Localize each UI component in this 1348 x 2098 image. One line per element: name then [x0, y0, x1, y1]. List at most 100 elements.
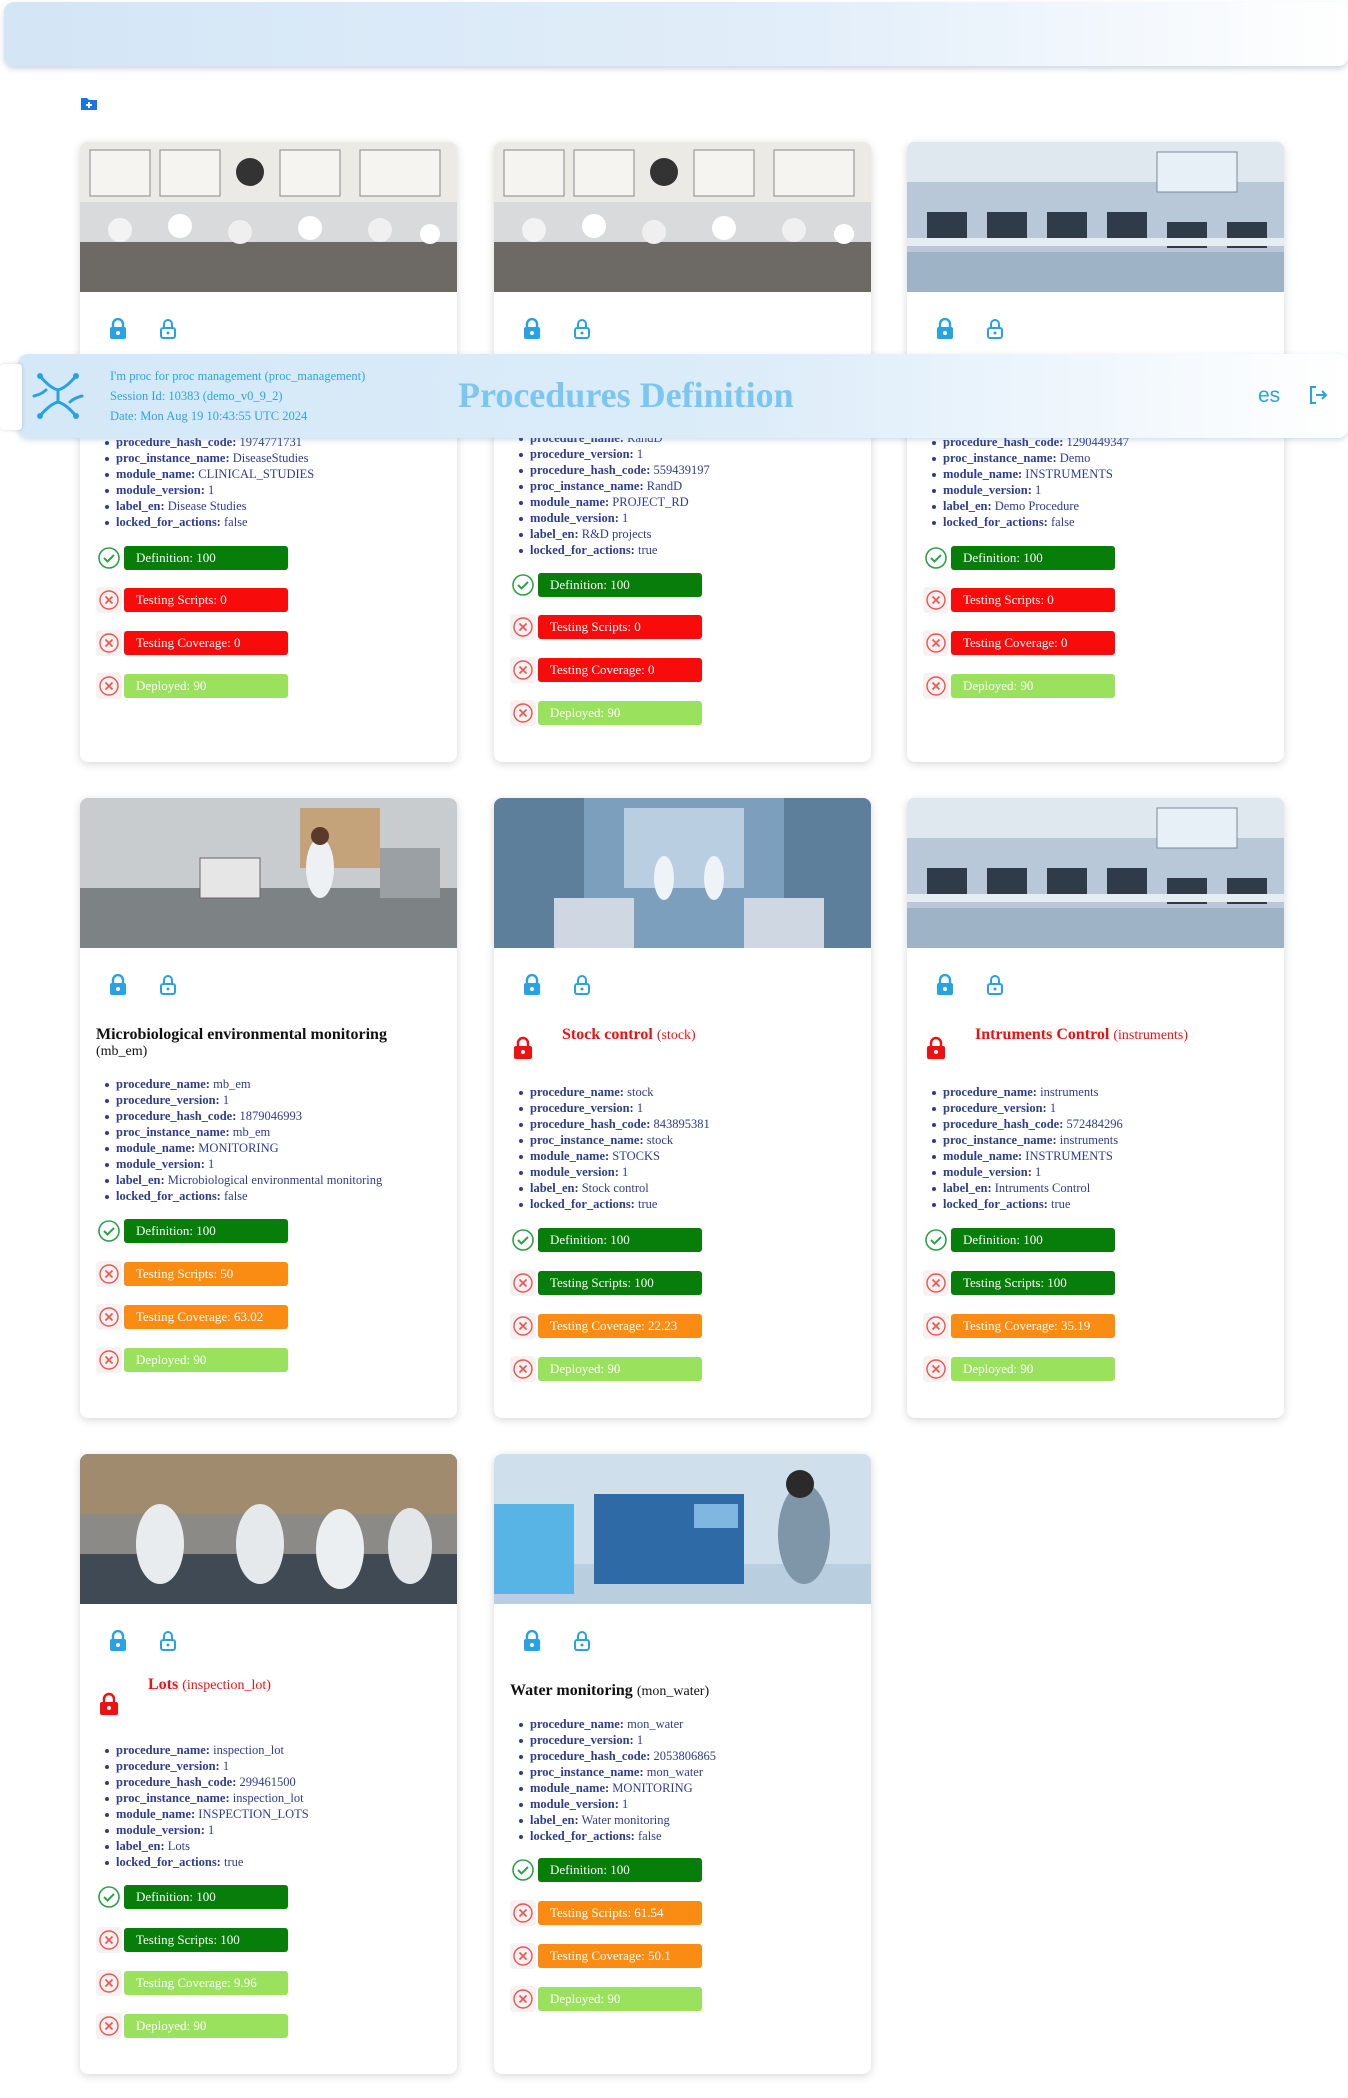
- card-image: [494, 142, 871, 292]
- status-definition: Definition: 100: [96, 545, 326, 571]
- procedure-card-mon-water[interactable]: Water monitoring (mon_water) procedure_n…: [494, 1454, 871, 2074]
- lock-open-icon[interactable]: [572, 974, 592, 996]
- status-testing-coverage: Testing Coverage: 0: [510, 657, 740, 683]
- procedure-card-inspection-lot[interactable]: Lots (inspection_lot) procedure_name: in…: [80, 1454, 457, 2074]
- status-testing-coverage: Testing Coverage: 0: [923, 630, 1153, 656]
- procedure-card-randd[interactable]: procedure_name: RandD procedure_version:…: [494, 142, 871, 762]
- lock-actions: [522, 318, 592, 340]
- cross-circle-icon[interactable]: [923, 1270, 949, 1296]
- status-testing-scripts: Testing Scripts: 100: [923, 1270, 1153, 1296]
- cross-circle-icon[interactable]: [510, 1986, 536, 2012]
- deployed-badge: Deployed: 90: [951, 1357, 1115, 1381]
- testing-coverage-badge: Testing Coverage: 9.96: [124, 1971, 288, 1995]
- definition-badge: Definition: 100: [951, 1228, 1115, 1252]
- testing-scripts-badge: Testing Scripts: 100: [124, 1928, 288, 1952]
- prop-item: locked_for_actions: true: [519, 542, 710, 558]
- status-testing-scripts: Testing Scripts: 0: [510, 614, 740, 640]
- logout-icon[interactable]: [1306, 383, 1330, 407]
- status-definition: Definition: 100: [510, 572, 740, 598]
- definition-badge: Definition: 100: [538, 1228, 702, 1252]
- prop-item: label_en: R&D projects: [519, 526, 710, 542]
- prop-item: label_en: Water monitoring: [519, 1812, 716, 1828]
- status-definition: Definition: 100: [96, 1884, 326, 1910]
- cross-circle-icon[interactable]: [510, 700, 536, 726]
- lock-closed-icon[interactable]: [935, 974, 955, 996]
- card-image: [80, 142, 457, 292]
- lock-open-icon[interactable]: [985, 318, 1005, 340]
- prop-item: label_en: Stock control: [519, 1180, 710, 1196]
- card-title-code: (stock): [656, 1028, 696, 1043]
- lock-open-icon[interactable]: [158, 974, 178, 996]
- check-circle-icon: [98, 547, 120, 569]
- app-line: I'm proc for proc management (proc_manag…: [110, 369, 366, 383]
- definition-badge: Definition: 100: [538, 573, 702, 597]
- card-title: Lots (inspection_lot): [148, 1676, 271, 1694]
- lock-open-icon[interactable]: [985, 974, 1005, 996]
- card-image: [80, 1454, 457, 1604]
- cross-circle-icon[interactable]: [923, 587, 949, 613]
- prop-item: procedure_hash_code: 572484296: [932, 1117, 1123, 1131]
- cross-circle-icon[interactable]: [923, 1356, 949, 1382]
- prop-item: procedure_name: stock: [519, 1084, 710, 1100]
- lock-open-icon[interactable]: [572, 318, 592, 340]
- molecule-logo-icon[interactable]: [28, 366, 88, 426]
- language-toggle[interactable]: es: [1258, 384, 1280, 408]
- procedure-card-mb-em[interactable]: Microbiological environmental monitoring…: [80, 798, 457, 1418]
- cross-circle-icon[interactable]: [96, 1304, 122, 1330]
- procedure-card-disease-studies[interactable]: procedure_hash_code: 1974771731 proc_ins…: [80, 142, 457, 762]
- cross-circle-icon[interactable]: [96, 1927, 122, 1953]
- cross-circle-icon[interactable]: [96, 1970, 122, 1996]
- cross-circle-icon[interactable]: [923, 1313, 949, 1339]
- testing-scripts-badge: Testing Scripts: 50: [124, 1262, 288, 1286]
- procedure-properties: procedure_name: stock procedure_version:…: [519, 1084, 710, 1212]
- card-image: [80, 798, 457, 948]
- definition-badge: Definition: 100: [538, 1858, 702, 1882]
- cross-circle-icon[interactable]: [96, 673, 122, 699]
- cross-circle-icon[interactable]: [96, 2013, 122, 2039]
- prop-item: locked_for_actions: true: [105, 1854, 309, 1870]
- cross-circle-icon[interactable]: [96, 630, 122, 656]
- cross-circle-icon[interactable]: [96, 1261, 122, 1287]
- prop-item: module_version: 1: [104, 482, 314, 498]
- lock-open-icon[interactable]: [158, 1630, 178, 1652]
- cross-circle-icon[interactable]: [96, 1347, 122, 1373]
- lock-closed-icon[interactable]: [522, 318, 542, 340]
- procedure-card-instruments[interactable]: Intruments Control (instruments) procedu…: [907, 798, 1284, 1418]
- cross-circle-icon[interactable]: [510, 1900, 536, 1926]
- cross-circle-icon[interactable]: [510, 1313, 536, 1339]
- cross-circle-icon[interactable]: [510, 614, 536, 640]
- top-app-bar: [4, 2, 1348, 66]
- prop-item: locked_for_actions: false: [519, 1828, 716, 1844]
- cross-circle-icon[interactable]: [510, 1270, 536, 1296]
- lock-closed-icon[interactable]: [522, 974, 542, 996]
- lock-closed-icon[interactable]: [108, 974, 128, 996]
- card-image: [907, 142, 1284, 292]
- cross-circle-icon[interactable]: [923, 673, 949, 699]
- session-id: Session Id: 10383 (demo_v0_9_2): [110, 389, 283, 403]
- cross-circle-icon[interactable]: [510, 1943, 536, 1969]
- cross-circle-icon[interactable]: [510, 657, 536, 683]
- lock-closed-icon[interactable]: [108, 318, 128, 340]
- card-title-code: (mb_em): [96, 1044, 148, 1059]
- procedure-properties: procedure_hash_code: 1974771731 proc_ins…: [104, 434, 314, 530]
- procedure-properties: procedure_hash_code: 1290449347 proc_ins…: [932, 434, 1129, 530]
- procedure-properties: procedure_name: instruments procedure_ve…: [932, 1084, 1123, 1212]
- lock-closed-icon[interactable]: [522, 1630, 542, 1652]
- prop-item: module_name: STOCKS: [519, 1148, 710, 1164]
- prop-item: procedure_name: mb_em: [104, 1076, 382, 1092]
- prop-item: proc_instance_name: mb_em: [104, 1124, 382, 1140]
- lock-open-icon[interactable]: [158, 318, 178, 340]
- lock-open-icon[interactable]: [572, 1630, 592, 1652]
- procedure-card-demo[interactable]: procedure_hash_code: 1290449347 proc_ins…: [907, 142, 1284, 762]
- cross-circle-icon[interactable]: [510, 1356, 536, 1382]
- cross-circle-icon[interactable]: [923, 630, 949, 656]
- session-info: I'm proc for proc management (proc_manag…: [110, 366, 365, 426]
- cross-circle-icon[interactable]: [96, 587, 122, 613]
- sidebar-toggle[interactable]: [0, 364, 22, 430]
- lock-actions: [108, 1630, 178, 1652]
- lock-closed-icon[interactable]: [935, 318, 955, 340]
- add-folder-icon[interactable]: [80, 96, 98, 111]
- lock-closed-icon[interactable]: [108, 1630, 128, 1652]
- procedure-card-stock[interactable]: Stock control (stock) procedure_name: st…: [494, 798, 871, 1418]
- card-title: Stock control (stock): [562, 1026, 696, 1044]
